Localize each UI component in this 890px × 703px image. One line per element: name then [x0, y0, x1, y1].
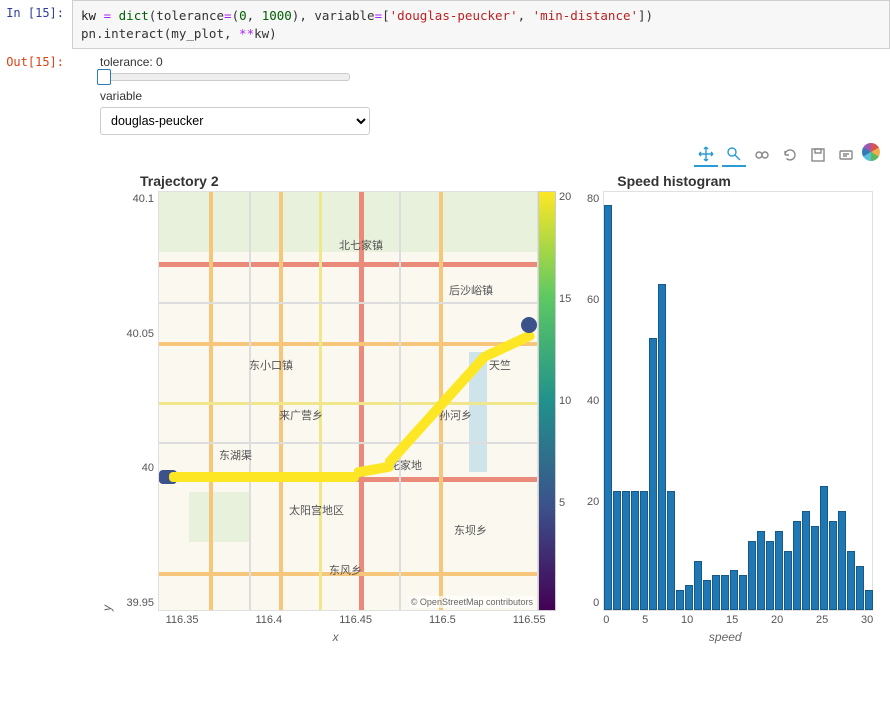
hist-bar [748, 541, 756, 610]
hist-bar [730, 570, 738, 610]
colorbar [538, 191, 556, 611]
bokeh-toolbar [100, 143, 890, 167]
output-prompt: Out[15]: [0, 49, 72, 644]
speed-histogram: Speed histogram 80 60 40 20 0 0 5 10 15 [577, 173, 873, 644]
pan-icon[interactable] [694, 143, 718, 167]
hist-bar [604, 205, 612, 610]
hist-bar [631, 491, 639, 610]
wheel-zoom-icon[interactable] [750, 143, 774, 167]
hist-bar [658, 284, 666, 610]
map-attribution: © OpenStreetMap contributors [409, 596, 535, 608]
hist-bar [649, 338, 657, 610]
hist-bar [766, 541, 774, 610]
map-canvas[interactable]: 北七家镇 后沙峪镇 东小口镇 来广营乡 孙河乡 东湖渠 花家地 太阳宫地区 东坝… [158, 191, 538, 611]
hist-bar [847, 551, 855, 610]
hist-x-axis-label: speed [709, 630, 742, 644]
output-area: tolerance: 0 variable douglas-peucker Tr… [72, 49, 890, 644]
hist-x-axis: 0 5 10 15 20 25 30 [603, 611, 873, 626]
hist-bar [712, 575, 720, 610]
hist-bar [829, 521, 837, 610]
hist-bar [757, 531, 765, 610]
hist-canvas[interactable] [603, 191, 873, 611]
hist-title: Speed histogram [617, 173, 731, 189]
hist-bar [811, 526, 819, 610]
tolerance-label: tolerance: 0 [100, 55, 890, 69]
tolerance-slider[interactable] [100, 73, 350, 81]
trajectory-chart: Trajectory 2 y 40.1 40.05 40 39.95 [100, 173, 571, 644]
hist-bar [721, 575, 729, 610]
reset-icon[interactable] [778, 143, 802, 167]
hover-icon[interactable] [834, 143, 858, 167]
hist-bar [838, 511, 846, 610]
hist-bar [775, 531, 783, 610]
map-y-axis: 40.1 40.05 40 39.95 [118, 191, 158, 611]
hist-bar [865, 590, 873, 610]
variable-select[interactable]: douglas-peucker [100, 107, 370, 135]
hist-bar [784, 551, 792, 610]
save-icon[interactable] [806, 143, 830, 167]
map-title: Trajectory 2 [140, 173, 219, 189]
box-zoom-icon[interactable] [722, 143, 746, 167]
variable-label: variable [100, 89, 890, 103]
hist-bar [613, 491, 621, 610]
hist-bar [676, 590, 684, 610]
hist-bar [640, 491, 648, 610]
hist-bar [694, 561, 702, 610]
hist-bar [856, 566, 864, 610]
hist-bar [667, 491, 675, 610]
colorbar-ticks: 20 15 10 5 [559, 191, 571, 611]
map-x-axis-label: x [333, 630, 339, 644]
bokeh-logo-icon[interactable] [862, 143, 880, 161]
hist-bar [793, 521, 801, 610]
code-cell[interactable]: kw = dict(tolerance=(0, 1000), variable=… [72, 0, 890, 49]
hist-bar [622, 491, 630, 610]
hist-y-axis: 80 60 40 20 0 [577, 191, 603, 611]
hist-bar [802, 511, 810, 610]
map-x-axis: 116.35 116.4 116.45 116.5 116.55 [166, 611, 546, 626]
hist-bar [685, 585, 693, 610]
hist-bar [820, 486, 828, 610]
hist-bar [703, 580, 711, 610]
hist-bar [739, 575, 747, 610]
input-prompt: In [15]: [0, 0, 72, 49]
slider-thumb[interactable] [97, 69, 111, 85]
map-y-axis-label: y [100, 195, 114, 611]
